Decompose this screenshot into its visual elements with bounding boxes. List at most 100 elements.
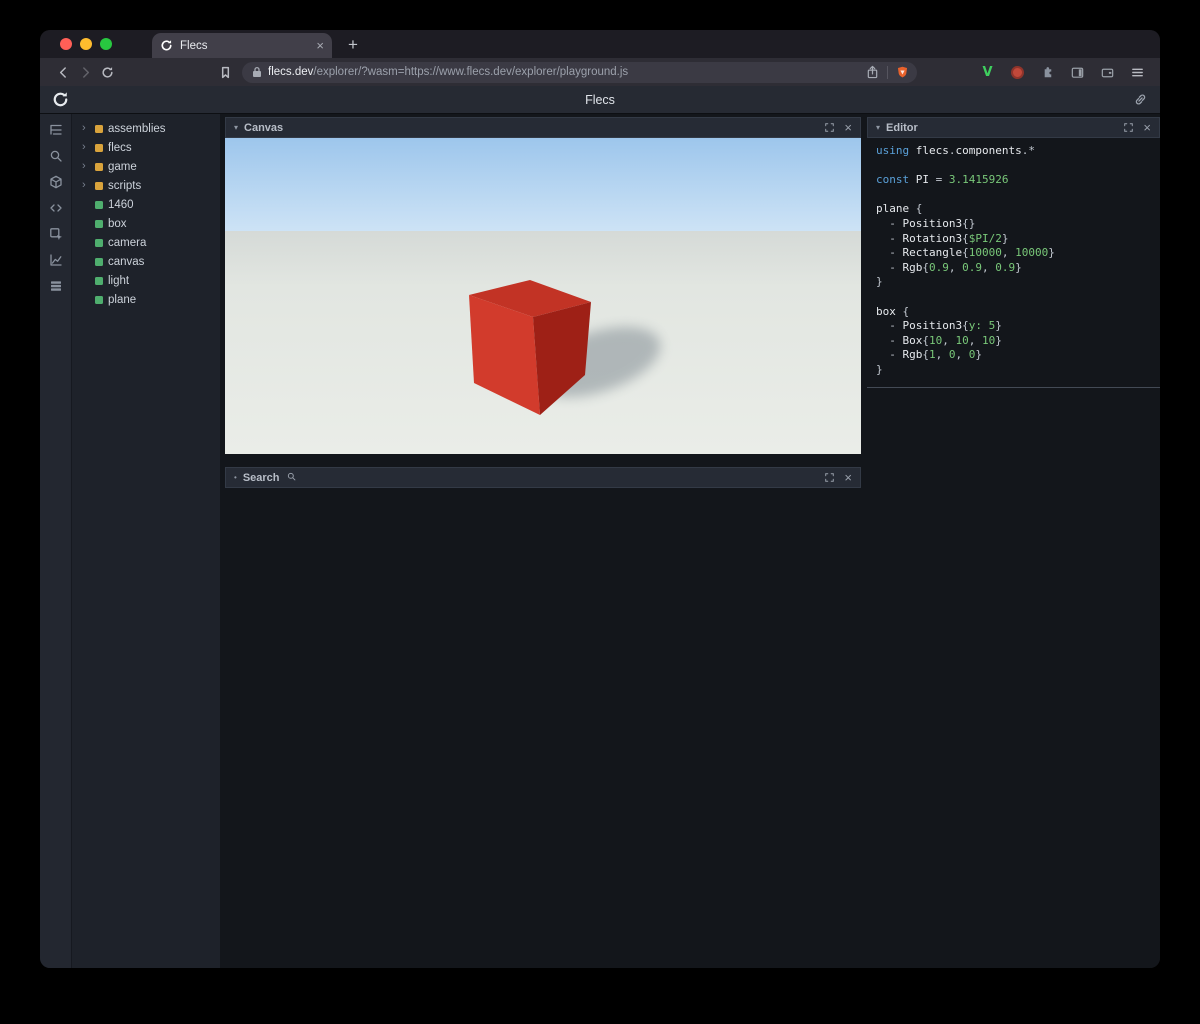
url-bar[interactable]: flecs.dev/explorer/?wasm=https://www.fle… [242,62,917,83]
share-link-icon[interactable] [1133,92,1148,107]
editor-panel-actions: × [1123,121,1151,134]
code-line: box { [876,305,1150,320]
code-line: const PI = 3.1415926 [876,173,1150,188]
url-actions [866,65,909,79]
canvas-cube-icon[interactable] [46,174,66,190]
tree-item-label: plane [108,294,136,306]
search-icon [286,469,297,487]
sidebar-toggle-icon[interactable] [1067,62,1088,83]
collapse-chevron-icon[interactable]: • [234,474,237,482]
new-tab-button[interactable]: + [342,35,364,55]
editor-panel-title: Editor [886,122,1117,134]
search-panel-actions: × [824,471,852,484]
lock-icon [252,66,262,78]
expander-icon[interactable]: › [82,123,90,134]
tree-item-camera[interactable]: camera [72,233,220,252]
fullscreen-icon[interactable] [824,122,835,133]
expander-icon[interactable]: › [82,142,90,153]
flecs-logo-icon[interactable] [52,91,69,108]
minimize-window-button[interactable] [80,38,92,50]
flecs-favicon [160,39,173,52]
wallet-icon[interactable] [1097,62,1118,83]
entity-icon [95,277,103,285]
zoom-window-button[interactable] [100,38,112,50]
code-line [876,290,1150,305]
code-line: - Box{10, 10, 10} [876,334,1150,349]
tree-item-label: game [108,161,137,173]
close-icon[interactable]: × [844,121,852,134]
code-line: - Position3{} [876,217,1150,232]
module-icon [95,144,103,152]
tree-item-canvas[interactable]: canvas [72,252,220,271]
canvas-panel-header[interactable]: ▾ Canvas × [225,117,861,138]
tree-item-label: assemblies [108,123,166,135]
tree-item-scripts[interactable]: › scripts [72,176,220,195]
brave-shield-icon[interactable] [896,65,909,79]
forward-button[interactable] [74,61,96,83]
tree-item-label: scripts [108,180,141,192]
close-window-button[interactable] [60,38,72,50]
entity-icon [95,258,103,266]
code-line: } [876,275,1150,290]
3d-canvas[interactable] [225,138,861,454]
extension-v-icon[interactable]: V [977,62,998,83]
code-line: - Rectangle{10000, 10000} [876,246,1150,261]
editor-column: ▾ Editor × using flecs.components.* cons… [867,117,1160,968]
tree-item-plane[interactable]: plane [72,290,220,309]
script-editor-icon[interactable] [46,200,66,216]
back-button[interactable] [52,61,74,83]
code-line: plane { [876,202,1150,217]
module-icon [95,182,103,190]
flecs-explorer-page: Flecs [40,86,1160,968]
module-icon [95,163,103,171]
window-controls [40,30,126,58]
search-panel-header[interactable]: • Search × [225,467,861,488]
editor-code[interactable]: using flecs.components.* const PI = 3.14… [867,138,1160,388]
close-icon[interactable]: × [1143,121,1151,134]
code-line [876,159,1150,174]
code-line: - Rgb{0.9, 0.9, 0.9} [876,261,1150,276]
tab-close-icon[interactable]: × [316,39,324,52]
tab-strip: Flecs × + [40,30,1160,58]
bookmark-icon[interactable] [214,61,236,83]
expander-icon[interactable]: › [82,161,90,172]
extensions-puzzle-icon[interactable] [1037,62,1058,83]
entity-icon [95,220,103,228]
tree-item-label: box [108,218,127,230]
stats-chart-icon[interactable] [46,252,66,268]
entity-icon [95,296,103,304]
url-bar-divider [887,66,888,79]
tree-item-box[interactable]: box [72,214,220,233]
url-domain: flecs.dev [268,66,313,78]
share-icon[interactable] [866,65,879,79]
collapse-chevron-icon[interactable]: ▾ [876,124,880,132]
tree-item-label: camera [108,237,146,249]
3d-scene [225,138,861,454]
collapse-chevron-icon[interactable]: ▾ [234,124,238,132]
tree-item-game[interactable]: › game [72,157,220,176]
tree-item-label: canvas [108,256,144,268]
editor-panel-header[interactable]: ▾ Editor × [867,117,1160,138]
extension-icons: V [977,62,1148,83]
tree-item-assemblies[interactable]: › assemblies [72,119,220,138]
reload-button[interactable] [96,61,118,83]
inspector-icon[interactable] [46,226,66,242]
url-path: /explorer/?wasm=https://www.flecs.dev/ex… [313,66,628,78]
tree-item-1460[interactable]: 1460 [72,195,220,214]
search-panel-title: Search [243,472,280,484]
extension-red-icon[interactable] [1007,62,1028,83]
tool-sidebar [40,114,72,968]
queries-list-icon[interactable] [46,278,66,294]
tab-flecs[interactable]: Flecs × [152,33,332,58]
search-tool-icon[interactable] [46,148,66,164]
menu-icon[interactable] [1127,62,1148,83]
entity-tree-icon[interactable] [46,122,66,138]
expander-icon[interactable]: › [82,180,90,191]
fullscreen-icon[interactable] [824,472,835,483]
fullscreen-icon[interactable] [1123,122,1134,133]
canvas-column: ▾ Canvas × [225,117,861,968]
tree-item-light[interactable]: light [72,271,220,290]
tree-item-flecs[interactable]: › flecs [72,138,220,157]
tree-item-label: flecs [108,142,132,154]
close-icon[interactable]: × [844,471,852,484]
